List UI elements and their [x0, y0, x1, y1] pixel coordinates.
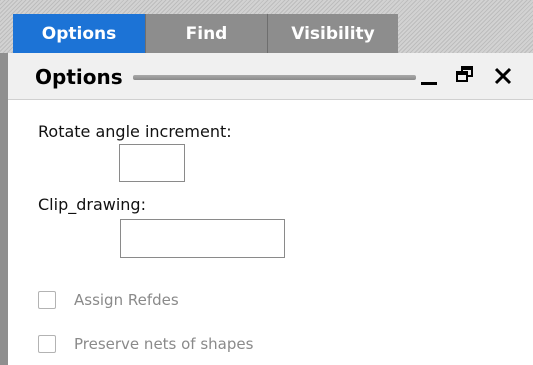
tab-visibility[interactable]: Visibility — [267, 14, 398, 53]
assign-refdes-option[interactable]: Assign Refdes — [38, 289, 179, 311]
preserve-nets-label: Preserve nets of shapes — [74, 335, 254, 353]
panel-left-border — [0, 53, 8, 365]
restore-icon[interactable] — [452, 61, 478, 91]
close-icon[interactable] — [491, 61, 517, 91]
minimize-icon[interactable] — [417, 61, 443, 91]
clip-drawing-label: Clip_drawing: — [38, 195, 146, 214]
preserve-nets-option[interactable]: Preserve nets of shapes — [38, 333, 253, 355]
tab-options[interactable]: Options — [13, 14, 145, 53]
panel-title: Options — [35, 65, 123, 89]
tab-bar: Options Find Visibility — [0, 0, 533, 53]
assign-refdes-label: Assign Refdes — [74, 291, 179, 309]
panel-header: Options — [8, 53, 533, 100]
preserve-nets-checkbox[interactable] — [38, 335, 56, 353]
rotate-angle-increment-input[interactable] — [119, 144, 185, 182]
options-panel: Options Rotate angle increment: Clip_dra… — [8, 53, 533, 365]
tab-find[interactable]: Find — [145, 14, 267, 53]
panel-drag-handle[interactable] — [133, 75, 416, 80]
clip-drawing-input[interactable] — [120, 219, 285, 258]
rotate-angle-increment-label: Rotate angle increment: — [38, 122, 232, 141]
assign-refdes-checkbox[interactable] — [38, 291, 56, 309]
